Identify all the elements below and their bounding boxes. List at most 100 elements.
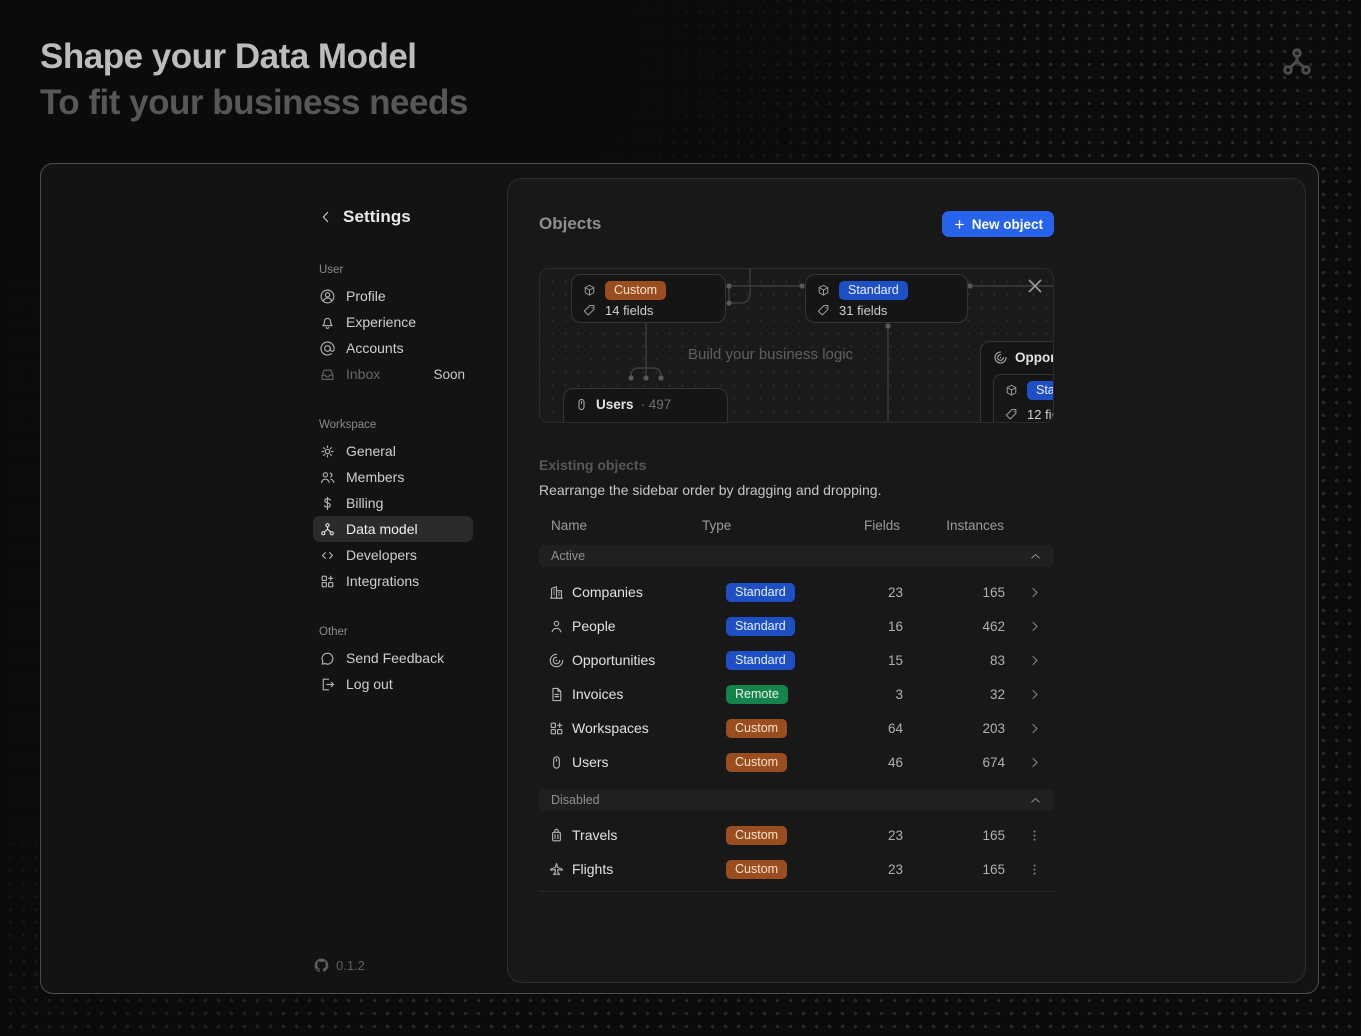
fields-value: 3 bbox=[836, 687, 903, 702]
sidebar-item-log-out[interactable]: Log out bbox=[313, 671, 473, 697]
column-name: Name bbox=[551, 518, 702, 533]
user-circle-icon bbox=[319, 288, 336, 305]
sidebar-item-label: Billing bbox=[346, 495, 383, 511]
chevron-left-icon[interactable] bbox=[318, 209, 334, 225]
type-badge: Custom bbox=[726, 753, 787, 772]
table-row[interactable]: Flights Custom 23 165 bbox=[539, 852, 1054, 886]
table-row[interactable]: Companies Standard 23 165 bbox=[539, 575, 1054, 609]
fields-value: 23 bbox=[836, 585, 903, 600]
column-type: Type bbox=[702, 518, 832, 533]
sidebar-item-data-model[interactable]: Data model bbox=[313, 516, 473, 542]
diagram-node-standard[interactable]: Standard 31 fields bbox=[805, 274, 968, 323]
fields-value: 16 bbox=[836, 619, 903, 634]
node-count: · 497 bbox=[641, 397, 672, 412]
fields-count: 14 fields bbox=[605, 303, 653, 318]
fields-value: 46 bbox=[836, 755, 903, 770]
sidebar-item-label: Inbox bbox=[346, 366, 380, 382]
sidebar-item-billing[interactable]: Billing bbox=[313, 490, 473, 516]
invoice-icon bbox=[548, 686, 565, 703]
tag-icon bbox=[816, 303, 831, 318]
type-badge: Standard bbox=[726, 583, 795, 602]
chevron-right-icon[interactable] bbox=[1027, 653, 1042, 668]
soon-badge: Soon bbox=[433, 367, 465, 382]
fields-count: 12 fields bbox=[1027, 407, 1054, 422]
sidebar-item-inbox: Inbox Soon bbox=[313, 361, 473, 387]
sidebar-item-integrations[interactable]: Integrations bbox=[313, 568, 473, 594]
sidebar-item-profile[interactable]: Profile bbox=[313, 283, 473, 309]
table-row[interactable]: Workspaces Custom 64 203 bbox=[539, 711, 1054, 745]
at-sign-icon bbox=[319, 340, 336, 357]
chevron-right-icon[interactable] bbox=[1027, 619, 1042, 634]
page-subtitle: To fit your business needs bbox=[40, 80, 468, 126]
column-instances: Instances bbox=[900, 518, 1004, 533]
object-name: Opportunities bbox=[572, 652, 726, 668]
diagram-node-opportunities[interactable]: Opportunities Standard 12 fields bbox=[980, 341, 1054, 423]
settings-header[interactable]: Settings bbox=[318, 207, 411, 227]
object-name: Flights bbox=[572, 861, 726, 877]
github-icon bbox=[314, 958, 329, 973]
sidebar-item-accounts[interactable]: Accounts bbox=[313, 335, 473, 361]
tag-icon bbox=[1004, 407, 1019, 422]
type-badge: Custom bbox=[726, 719, 787, 738]
diagram-node-users[interactable]: Users · 497 bbox=[563, 388, 728, 423]
group-header-disabled[interactable]: Disabled bbox=[539, 789, 1054, 811]
logout-icon bbox=[319, 676, 336, 693]
type-badge: Custom bbox=[726, 826, 787, 845]
fields-count: 31 fields bbox=[839, 303, 887, 318]
chevron-up-icon[interactable] bbox=[1029, 794, 1042, 807]
chevron-right-icon[interactable] bbox=[1027, 721, 1042, 736]
section-label-other: Other bbox=[313, 619, 473, 645]
cube-icon bbox=[582, 283, 597, 298]
sidebar-item-send-feedback[interactable]: Send Feedback bbox=[313, 645, 473, 671]
dollar-icon bbox=[319, 495, 336, 512]
chevron-right-icon[interactable] bbox=[1027, 687, 1042, 702]
sidebar-item-label: Profile bbox=[346, 288, 386, 304]
cube-icon bbox=[1004, 383, 1019, 398]
table-row[interactable]: Travels Custom 23 165 bbox=[539, 818, 1054, 852]
cube-icon bbox=[816, 283, 831, 298]
existing-objects-subtitle: Rearrange the sidebar order by dragging … bbox=[539, 482, 1054, 498]
sidebar-item-members[interactable]: Members bbox=[313, 464, 473, 490]
table-row[interactable]: Users Custom 46 674 bbox=[539, 745, 1054, 779]
node-name: Users bbox=[596, 397, 634, 412]
object-name: Companies bbox=[572, 584, 726, 600]
settings-window: Settings User Profile Experience Account… bbox=[40, 163, 1319, 994]
chevron-up-icon[interactable] bbox=[1029, 550, 1042, 563]
new-object-label: New object bbox=[972, 217, 1043, 232]
fields-value: 23 bbox=[836, 862, 903, 877]
table-row[interactable]: Opportunities Standard 15 83 bbox=[539, 643, 1054, 677]
sidebar-item-experience[interactable]: Experience bbox=[313, 309, 473, 335]
instances-value: 203 bbox=[903, 721, 1005, 736]
existing-objects-heading: Existing objects bbox=[539, 457, 1054, 473]
diagram-node-custom[interactable]: Custom 14 fields bbox=[571, 274, 726, 323]
type-badge: Standard bbox=[726, 617, 795, 636]
chevron-right-icon[interactable] bbox=[1027, 755, 1042, 770]
sidebar-item-label: Data model bbox=[346, 521, 418, 537]
new-object-button[interactable]: New object bbox=[942, 211, 1054, 237]
kebab-menu-icon[interactable] bbox=[1027, 862, 1042, 877]
table-row[interactable]: People Standard 16 462 bbox=[539, 609, 1054, 643]
node-name: Opportunities bbox=[1015, 350, 1054, 365]
group-header-active[interactable]: Active bbox=[539, 545, 1054, 567]
members-icon bbox=[319, 469, 336, 486]
fields-value: 23 bbox=[836, 828, 903, 843]
settings-title: Settings bbox=[343, 207, 411, 227]
sidebar-item-general[interactable]: General bbox=[313, 438, 473, 464]
kebab-menu-icon[interactable] bbox=[1027, 828, 1042, 843]
target-icon bbox=[993, 350, 1008, 365]
person-icon bbox=[548, 618, 565, 635]
gear-icon bbox=[319, 443, 336, 460]
node-subcard bbox=[571, 422, 720, 423]
instances-value: 462 bbox=[903, 619, 1005, 634]
sidebar-item-developers[interactable]: Developers bbox=[313, 542, 473, 568]
mouse-icon bbox=[548, 754, 565, 771]
object-name: Workspaces bbox=[572, 720, 726, 736]
table-row[interactable]: Invoices Remote 3 32 bbox=[539, 677, 1054, 711]
active-rows: Companies Standard 23 165 People Standar… bbox=[539, 575, 1054, 779]
chevron-right-icon[interactable] bbox=[1027, 585, 1042, 600]
section-label-user: User bbox=[313, 257, 473, 283]
sidebar-item-label: Log out bbox=[346, 676, 393, 692]
data-model-diagram[interactable]: Custom 14 fields Standard 31 fields bbox=[539, 268, 1054, 423]
type-badge: Standard bbox=[1027, 381, 1054, 400]
table-header: Name Type Fields Instances bbox=[539, 515, 1054, 535]
